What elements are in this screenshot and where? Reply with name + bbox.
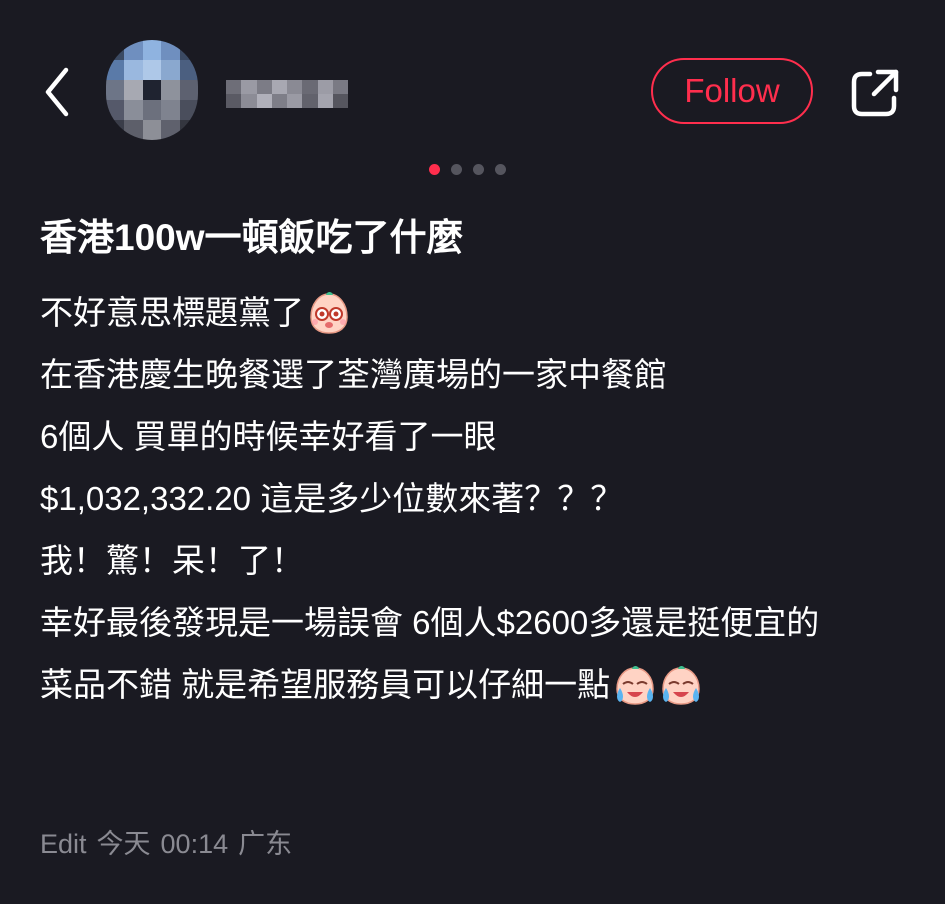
post-line-text: 不好意思標題黨了	[40, 294, 304, 331]
share-button[interactable]	[848, 66, 902, 120]
carousel-indicator	[429, 164, 506, 175]
post-location: 广东	[238, 829, 293, 859]
post-line-text: 幸好最後發現是一場誤會 6個人$2600多還是挺便宜的	[40, 604, 820, 641]
top-bar: Follow	[0, 0, 945, 185]
post-line: $1,032,332.20 這是多少位數來著？？？	[40, 468, 920, 530]
back-button[interactable]	[36, 62, 84, 122]
post-line-text: $1,032,332.20 這是多少位數來著？？？	[40, 480, 624, 517]
post-line: 在香港慶生晚餐選了荃灣廣場的一家中餐館	[40, 344, 920, 406]
carousel-dot-active[interactable]	[429, 164, 440, 175]
edit-link[interactable]: Edit	[40, 829, 87, 859]
shocked-face-emoji-icon	[310, 292, 348, 334]
chevron-left-icon	[45, 67, 69, 117]
post-line: 6個人 買單的時候幸好看了一眼	[40, 406, 920, 468]
post-line-text: 我！驚！呆！了！	[40, 542, 304, 579]
crying-face-emoji-icon	[662, 666, 700, 705]
post-line: 幸好最後發現是一場誤會 6個人$2600多還是挺便宜的	[40, 592, 920, 654]
avatar[interactable]	[106, 40, 198, 140]
post-body: 不好意思標題黨了 在香港慶生晚餐選了荃灣廣場的一家中餐館 6個人 買單的時候幸好…	[40, 282, 920, 716]
post-date: 今天	[96, 829, 151, 859]
post-line-text: 在香港慶生晚餐選了荃灣廣場的一家中餐館	[40, 356, 667, 393]
carousel-dot[interactable]	[495, 164, 506, 175]
post-line: 不好意思標題黨了	[40, 282, 920, 344]
post-meta: Edit 今天 00:14 广东	[40, 822, 302, 861]
share-out-icon	[851, 69, 899, 117]
post-line: 我！驚！呆！了！	[40, 530, 920, 592]
post-title: 香港100w一頓飯吃了什麼	[40, 217, 464, 258]
post-time: 00:14	[160, 829, 229, 859]
follow-button[interactable]: Follow	[651, 58, 813, 124]
carousel-dot[interactable]	[451, 164, 462, 175]
username-redacted[interactable]	[226, 80, 348, 108]
post-line-text: 菜品不錯 就是希望服務員可以仔細一點	[40, 666, 611, 703]
carousel-dot[interactable]	[473, 164, 484, 175]
post-line-text: 6個人 買單的時候幸好看了一眼	[40, 418, 497, 455]
post-line: 菜品不錯 就是希望服務員可以仔細一點	[40, 654, 920, 716]
crying-face-emoji-icon	[616, 666, 654, 705]
